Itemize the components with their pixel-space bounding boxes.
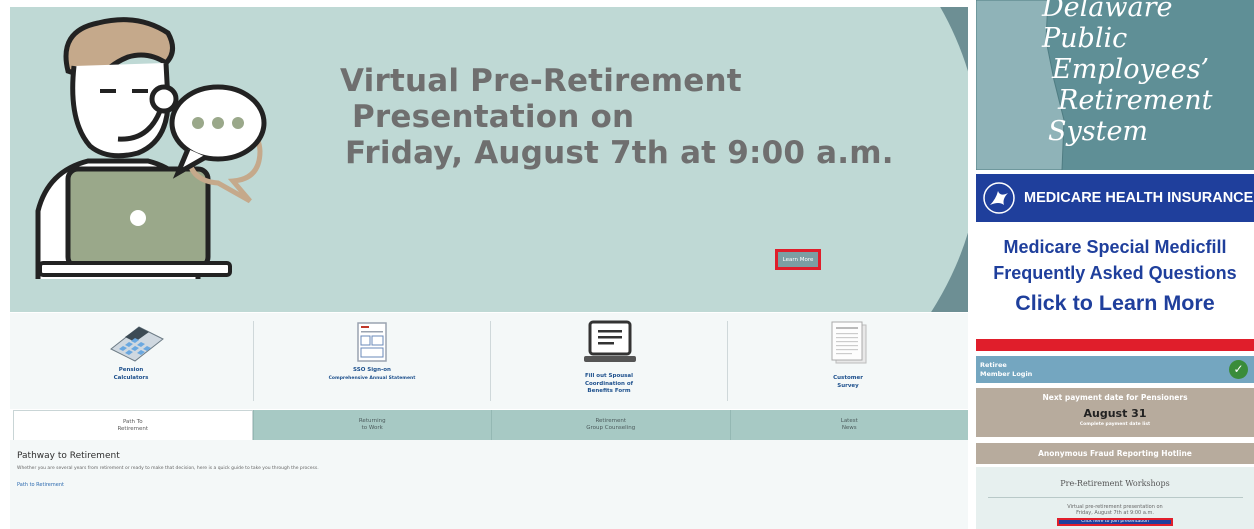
sidebar: Delaware Public Employees’ Retirement Sy… (976, 0, 1254, 529)
workshops-panel: Pre-Retirement Workshops Virtual pre-ret… (976, 467, 1254, 529)
payment-heading: Next payment date for Pensioners (1042, 393, 1188, 402)
join-presentation-button[interactable]: Click here to join presentation (1057, 518, 1173, 526)
tab-label: to Work (361, 425, 383, 431)
quicklink-sso-sign-on[interactable]: SSO Sign-on Comprehensive Annual Stateme… (254, 313, 490, 409)
quicklink-pension-calculators[interactable]: Pension Calculators (10, 313, 252, 409)
hero-title-line3: Friday, August 7th at 9:00 a.m. (345, 135, 894, 171)
payment-date: August 31 (1083, 407, 1147, 420)
hero-title-line2: Presentation on (352, 99, 635, 135)
tab-retirement-group-counseling[interactable]: Retirement Group Counseling (491, 410, 730, 440)
medicare-line1: Medicare Special Medicfill (1003, 237, 1227, 257)
fraud-hotline-link[interactable]: Anonymous Fraud Reporting Hotline (976, 443, 1254, 464)
tab-label: Group Counseling (586, 425, 636, 431)
medicare-header-text: MEDICARE HEALTH INSURANCE (1024, 190, 1254, 206)
headset-person-icon (35, 17, 267, 279)
tab-label: Retirement (595, 418, 627, 424)
quicklink-survey-label2: Survey (837, 382, 859, 389)
quicklink-customer-survey[interactable]: Customer Survey (728, 313, 968, 409)
content-description: Whether you are several years from retir… (17, 466, 319, 471)
quicklink-pension-label2: Calculators (113, 374, 149, 381)
tab-content-panel: Pathway to Retirement Whether you are se… (10, 440, 968, 529)
tab-returning-to-work[interactable]: Returning to Work (252, 410, 491, 440)
hero-title: Virtual Pre-Retirement Presentation on F… (340, 63, 894, 171)
tab-label: News (841, 425, 857, 431)
quicklink-spousal-label2: Coordination of (584, 380, 634, 387)
quicklink-spousal-label: Fill out Spousal (584, 373, 634, 379)
payment-date-box: Next payment date for Pensioners August … (976, 388, 1254, 437)
medicare-body: Medicare Special Medicfill Frequently As… (976, 234, 1254, 320)
tab-bar: Path To Retirement Returning to Work Retir… (13, 410, 968, 440)
workshops-text2: Friday, August 7th at 9:00 a.m. (1076, 510, 1154, 516)
path-to-retirement-link[interactable]: Path to Retirement (17, 482, 64, 488)
workshops-heading: Pre-Retirement Workshops (1060, 479, 1170, 488)
content-heading: Pathway to Retirement (17, 451, 120, 461)
member-login-label: Member Login (980, 370, 1033, 378)
tab-label: Latest (840, 418, 858, 424)
dperts-line3: Employees’ (1052, 54, 1210, 85)
tab-latest-news[interactable]: Latest News (729, 410, 968, 440)
tab-label: Returning (358, 418, 386, 424)
dperts-title: Delaware Public Employees’ Retirement Sy… (1024, 0, 1213, 147)
tab-path-to-retirement[interactable]: Path To Retirement (13, 410, 253, 440)
hero-banner[interactable]: Virtual Pre-Retirement Presentation on F… (10, 7, 968, 312)
calculator-icon (110, 326, 164, 362)
divider (987, 497, 1243, 498)
hero-title-line1: Virtual Pre-Retirement (340, 63, 742, 99)
quicklink-sso-sublabel: Comprehensive Annual Statement (328, 375, 416, 381)
medicare-banner[interactable]: MEDICARE HEALTH INSURANCE Medicare Speci… (976, 174, 1254, 351)
medicare-line2: Frequently Asked Questions (993, 263, 1237, 283)
dperts-banner[interactable]: Delaware Public Employees’ Retirement Sy… (976, 0, 1254, 170)
quicklink-spousal-label3: Benefits Form (587, 388, 631, 394)
quicklink-pension-label: Pension (118, 367, 144, 373)
dperts-line2: Public (1042, 23, 1128, 54)
retiree-label: Retiree (980, 361, 1007, 369)
hhs-eagle-logo-icon (983, 182, 1015, 214)
dperts-line4: Retirement (1058, 85, 1213, 116)
quicklink-spousal-coordination-form[interactable]: Fill out Spousal Coordination of Benefit… (491, 313, 727, 409)
survey-form-icon (831, 321, 867, 364)
checkmark-icon: ✓ (1229, 360, 1248, 379)
learn-more-button[interactable]: Learn More (775, 249, 821, 270)
payment-date-list-link[interactable]: Complete payment date list (976, 422, 1254, 427)
medicare-header: MEDICARE HEALTH INSURANCE (976, 174, 1254, 222)
quicklink-survey-label: Customer (833, 375, 863, 381)
quick-links: Pension Calculators SSO Sign-on Comprehe… (10, 313, 968, 409)
laptop-icon (584, 320, 636, 362)
page-root: Virtual Pre-Retirement Presentation on F… (0, 0, 1254, 529)
dperts-line5: System (1048, 116, 1149, 147)
tab-label: Retirement (117, 425, 149, 432)
tab-label: Path To (122, 418, 143, 425)
document-form-icon (357, 322, 387, 362)
medicare-cta[interactable]: Click to Learn More (976, 286, 1254, 320)
dperts-line1: Delaware (1042, 0, 1173, 23)
retiree-login-button[interactable]: Retiree Member Login ✓ (976, 356, 1254, 383)
quicklink-sso-label: SSO Sign-on (353, 367, 391, 373)
